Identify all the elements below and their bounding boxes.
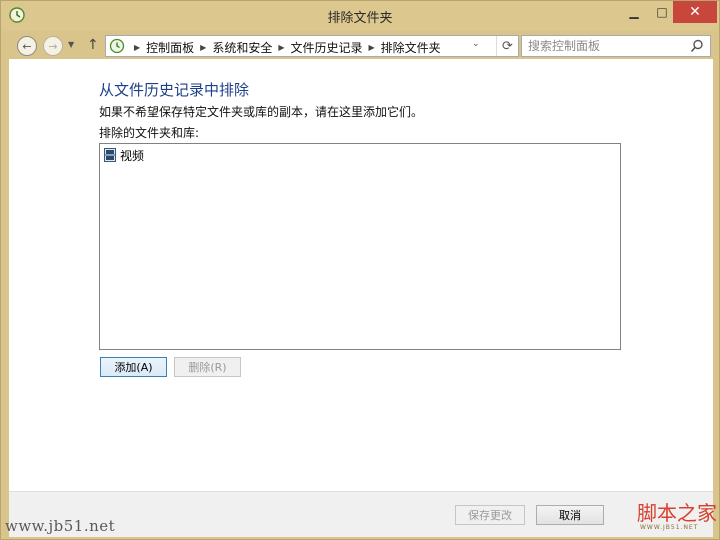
navigation-bar: ← → ▼ ↑ ▶ 控制面板 ▶ 系统和安全 ▶ 文件历史记录 ▶ 排除文件夹 … [9,31,713,59]
minimize-button[interactable]: ▁ [619,1,649,23]
forward-button[interactable]: → [43,36,63,56]
title-bar[interactable]: 排除文件夹 ▁ □ ✕ [1,1,719,31]
address-dropdown-icon[interactable]: ⌄ [472,39,480,49]
chevron-right-icon[interactable]: ▶ [369,43,375,52]
close-button[interactable]: ✕ [673,1,717,23]
list-item[interactable]: 视频 [104,147,144,163]
page-title: 从文件历史记录中排除 [99,81,250,99]
up-button[interactable]: ↑ [87,37,99,53]
save-changes-button[interactable]: 保存更改 [455,505,525,525]
video-library-icon [104,148,116,162]
excluded-list[interactable]: 视频 [99,143,621,350]
search-box[interactable] [521,35,711,57]
watermark-left: www.jb51.net [5,517,116,535]
breadcrumb: ▶ 控制面板 ▶ 系统和安全 ▶ 文件历史记录 ▶ 排除文件夹 [128,39,441,56]
chevron-right-icon[interactable]: ▶ [200,43,206,52]
breadcrumb-control-panel[interactable]: 控制面板 [146,39,194,56]
watermark-right: 脚本之家 [637,501,717,525]
cancel-button[interactable]: 取消 [536,505,604,525]
breadcrumb-system-security[interactable]: 系统和安全 [212,39,272,56]
excluded-list-label: 排除的文件夹和库: [99,126,200,140]
watermark-right-sub: WWW.JB51.NET [640,524,699,531]
remove-button[interactable]: 删除(R) [174,357,241,377]
window: 排除文件夹 ▁ □ ✕ ← → ▼ ↑ ▶ 控制面板 ▶ 系统和安全 ▶ 文件历… [0,0,720,540]
content-pane: 从文件历史记录中排除 如果不希望保存特定文件夹或库的副本，请在这里添加它们。 排… [9,59,713,491]
breadcrumb-file-history[interactable]: 文件历史记录 [291,39,363,56]
page-description: 如果不希望保存特定文件夹或库的副本，请在这里添加它们。 [99,105,424,119]
search-input[interactable] [528,38,678,54]
chevron-right-icon[interactable]: ▶ [134,43,140,52]
control-panel-icon [109,38,125,54]
search-icon[interactable] [690,39,704,53]
address-bar[interactable]: ▶ 控制面板 ▶ 系统和安全 ▶ 文件历史记录 ▶ 排除文件夹 ⌄ ⟳ [105,35,519,57]
breadcrumb-exclude-folders[interactable]: 排除文件夹 [381,39,441,56]
recent-locations-dropdown[interactable]: ▼ [68,40,74,49]
back-button[interactable]: ← [17,36,37,56]
add-button[interactable]: 添加(A) [100,357,167,377]
chevron-right-icon[interactable]: ▶ [278,43,284,52]
list-item-label: 视频 [120,148,145,163]
refresh-button[interactable]: ⟳ [496,36,518,56]
window-title: 排除文件夹 [327,11,393,26]
